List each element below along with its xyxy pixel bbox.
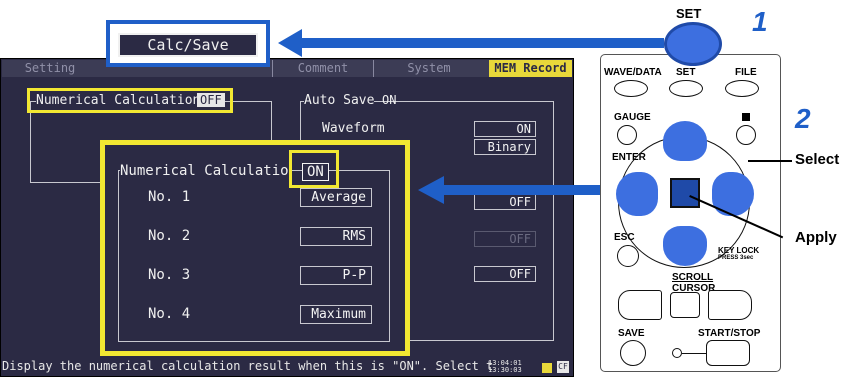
cursor-down-button[interactable] <box>663 226 707 266</box>
start-stop-button[interactable] <box>706 340 750 366</box>
set-label: SET <box>676 67 696 78</box>
gauge-button[interactable] <box>617 125 637 145</box>
gauge-label: GAUGE <box>614 112 651 123</box>
apply-callout: Apply <box>795 229 837 246</box>
led-line <box>682 353 706 354</box>
arrow-to-calc-save <box>278 29 664 57</box>
esc-button[interactable] <box>617 245 639 267</box>
scroll-left-button[interactable] <box>618 290 662 320</box>
aux-button[interactable] <box>736 125 756 145</box>
save-button[interactable] <box>620 340 646 366</box>
keyboard-icon <box>742 113 750 121</box>
enter-button[interactable] <box>670 178 700 208</box>
status-led <box>672 348 682 358</box>
save-label: SAVE <box>618 328 645 339</box>
start-stop-label: START/STOP <box>698 328 761 339</box>
key-lock-label: KEY LOCK <box>718 246 760 255</box>
wave-data-button[interactable] <box>614 80 648 97</box>
press-label: PRESS 3sec <box>718 255 754 261</box>
esc-label: ESC <box>614 232 635 243</box>
file-button[interactable] <box>725 80 759 97</box>
select-callout: Select <box>795 151 840 168</box>
scroll-center-button[interactable] <box>670 292 700 318</box>
wave-data-label: WAVE/DATA <box>604 67 662 78</box>
step-1-number: 1 <box>752 6 768 37</box>
step-2-number: 2 <box>795 103 811 134</box>
scroll-label: SCROLL <box>672 272 714 283</box>
set-top-label: SET <box>676 6 702 21</box>
cursor-left-button[interactable] <box>616 172 658 216</box>
scroll-right-button[interactable] <box>708 290 752 320</box>
set-highlight-button[interactable] <box>664 22 722 66</box>
file-label: FILE <box>735 67 757 78</box>
set-button[interactable] <box>669 80 703 97</box>
select-leader-line <box>748 160 792 162</box>
cursor-up-button[interactable] <box>663 121 707 161</box>
